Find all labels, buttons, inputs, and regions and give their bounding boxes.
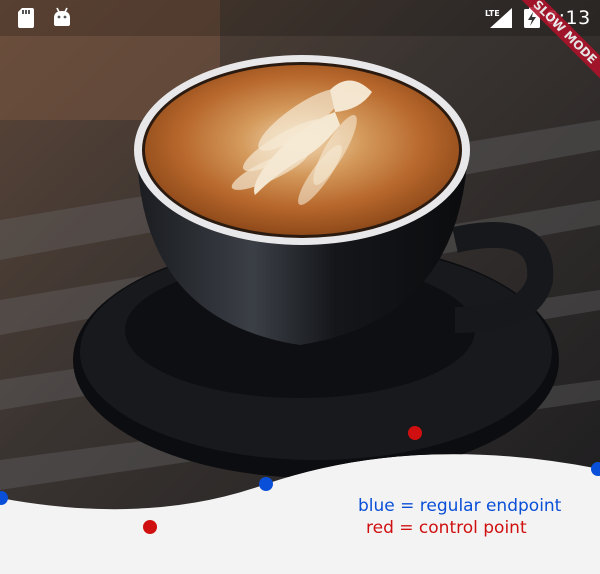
status-time: 8:13 xyxy=(546,7,591,29)
battery-charging-icon xyxy=(524,7,540,28)
clipped-coffee-photo xyxy=(0,0,600,534)
endpoint-dot[interactable] xyxy=(259,477,273,491)
legend-endpoint-text: blue = regular endpoint xyxy=(358,496,562,516)
lte-signal-icon: LTE xyxy=(485,8,512,28)
svg-text:LTE: LTE xyxy=(485,9,500,18)
control-point-dot[interactable] xyxy=(408,426,422,440)
sd-card-icon xyxy=(18,8,34,28)
status-bar: LTE 8:13 xyxy=(0,0,600,36)
control-point-dot[interactable] xyxy=(143,520,157,534)
legend-control-point-text: red = control point xyxy=(366,518,527,538)
android-icon xyxy=(54,7,70,26)
